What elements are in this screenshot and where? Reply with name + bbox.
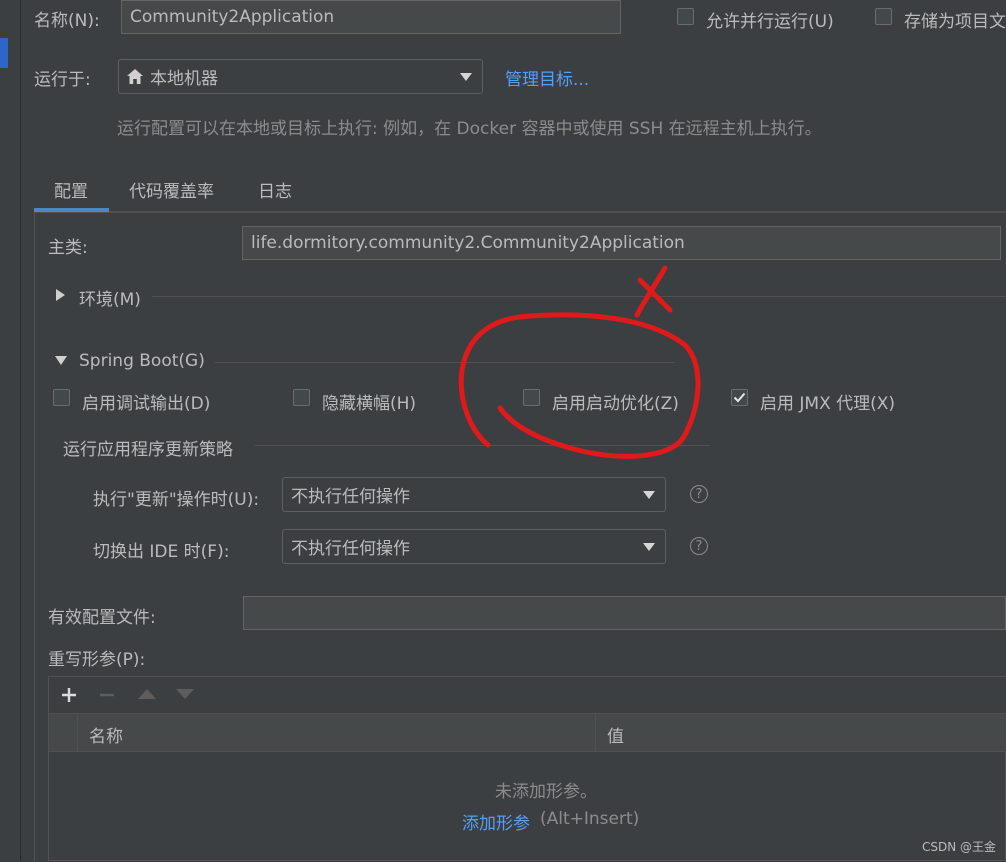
help-icon[interactable]: ?: [690, 537, 708, 555]
environment-divider: [152, 296, 1006, 297]
column-name-header[interactable]: 名称: [89, 722, 123, 747]
allow-parallel-label[interactable]: 允许并行运行(U): [706, 7, 834, 32]
active-profiles-label: 有效配置文件:: [48, 608, 156, 628]
debug-output-checkbox[interactable]: [53, 389, 70, 406]
tab-configuration[interactable]: 配置: [54, 177, 88, 202]
help-icon[interactable]: ?: [690, 485, 708, 503]
jmx-agent-checkbox[interactable]: [731, 389, 748, 406]
chevron-down-icon: [643, 490, 655, 499]
left-selection-marker: [0, 38, 8, 68]
main-class-label: 主类:: [48, 238, 88, 258]
expand-right-icon[interactable]: [56, 289, 65, 301]
spring-boot-divider: [215, 362, 675, 363]
on-update-combo[interactable]: 不执行任何操作: [282, 477, 666, 512]
tab-code-coverage[interactable]: 代码覆盖率: [129, 177, 214, 202]
update-policy-divider: [255, 445, 710, 446]
table-empty-text: 未添加形参。: [495, 782, 597, 802]
column-divider: [595, 714, 596, 751]
move-down-icon[interactable]: [176, 689, 194, 699]
watermark: CSDN @王金: [922, 840, 997, 854]
table-header: 名称 值: [49, 714, 1006, 752]
manage-targets-link[interactable]: 管理目标...: [505, 65, 589, 90]
run-on-hint: 运行配置可以在本地或目标上执行: 例如，在 Docker 容器中或使用 SSH …: [117, 119, 822, 139]
name-label: 名称(N):: [34, 11, 100, 31]
on-frame-label: 切换出 IDE 时(F):: [93, 542, 230, 562]
spring-boot-section[interactable]: Spring Boot(G): [79, 351, 205, 371]
launch-optimization-label[interactable]: 启用启动优化(Z): [552, 389, 679, 414]
left-gutter: [0, 0, 21, 861]
run-on-label: 运行于:: [34, 70, 91, 90]
table-toolbar: [49, 677, 1006, 714]
add-param-shortcut: (Alt+Insert): [540, 809, 640, 829]
name-input[interactable]: Community2Application: [121, 0, 621, 34]
chevron-down-icon: [460, 72, 472, 81]
hide-banner-checkbox[interactable]: [293, 389, 310, 406]
run-on-combo[interactable]: 本地机器: [118, 59, 483, 94]
add-icon[interactable]: [61, 687, 77, 703]
column-divider: [77, 714, 78, 751]
allow-parallel-checkbox[interactable]: [677, 8, 694, 25]
on-frame-combo[interactable]: 不执行任何操作: [282, 529, 666, 564]
checkmark-icon: [733, 392, 746, 403]
chevron-down-icon: [643, 542, 655, 551]
hide-banner-label[interactable]: 隐藏横幅(H): [322, 389, 416, 414]
collapse-down-icon[interactable]: [55, 356, 67, 365]
on-update-value: 不执行任何操作: [291, 487, 410, 507]
tab-logs[interactable]: 日志: [258, 177, 292, 202]
remove-icon[interactable]: [99, 687, 115, 703]
run-on-value: 本地机器: [150, 69, 218, 89]
on-frame-value: 不执行任何操作: [291, 539, 410, 559]
column-value-header[interactable]: 值: [607, 722, 624, 747]
active-profiles-input[interactable]: [243, 596, 1006, 630]
override-params-label: 重写形参(P):: [48, 650, 146, 670]
on-update-label: 执行"更新"操作时(U):: [93, 490, 260, 510]
environment-section[interactable]: 环境(M): [79, 285, 141, 310]
launch-optimization-checkbox[interactable]: [523, 389, 540, 406]
add-param-link[interactable]: 添加形参: [462, 809, 530, 834]
jmx-agent-label[interactable]: 启用 JMX 代理(X): [760, 389, 895, 414]
move-up-icon[interactable]: [138, 689, 156, 699]
store-as-project-checkbox[interactable]: [875, 8, 892, 25]
home-icon: [127, 69, 143, 84]
debug-output-label[interactable]: 启用调试输出(D): [82, 389, 210, 414]
update-policy-section: 运行应用程序更新策略: [63, 440, 233, 460]
main-class-input[interactable]: life.dormitory.community2.Community2Appl…: [242, 226, 1001, 260]
store-as-project-label[interactable]: 存储为项目文: [904, 7, 1006, 32]
